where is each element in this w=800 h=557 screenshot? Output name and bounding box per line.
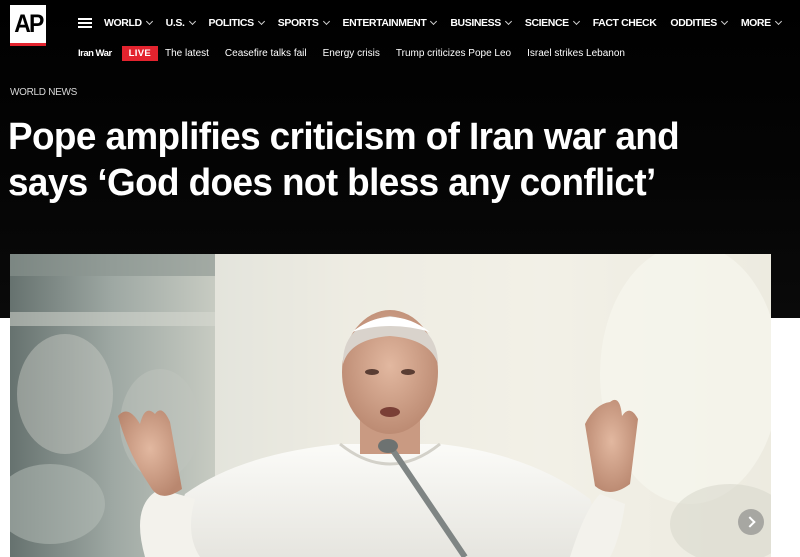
nav-oddities[interactable]: ODDITIES [670,17,728,29]
logo-accent-bar [10,43,46,46]
trending-label[interactable]: Iran War [78,48,112,59]
headline-line-2: says ‘God does not bless any conflict’ [8,162,656,204]
hamburger-icon[interactable] [78,18,92,28]
nav-fact-check[interactable]: FACT CHECK [593,17,657,29]
nav-more[interactable]: MORE [741,17,782,29]
chevron-down-icon [774,17,782,26]
article-headline: Pope amplifies criticism of Iran war and… [8,114,745,206]
logo-text: AP [13,9,44,38]
chevron-down-icon [430,17,438,26]
nav-science[interactable]: SCIENCE [525,17,580,29]
trending-bar: Iran War LIVE The latest Ceasefire talks… [78,45,641,62]
nav-politics[interactable]: POLITICS [209,17,265,29]
chevron-down-icon [504,17,512,26]
article-photo[interactable] [10,254,771,557]
chevron-down-icon [720,17,728,26]
chevron-down-icon [188,17,196,26]
trending-link-israel[interactable]: Israel strikes Lebanon [527,48,625,59]
nav-world[interactable]: WORLD [104,17,153,29]
pope-illustration [10,254,771,557]
trending-link-energy[interactable]: Energy crisis [323,48,380,59]
live-badge[interactable]: LIVE [121,46,158,61]
section-label[interactable]: WORLD NEWS [10,87,77,98]
trending-link-trump[interactable]: Trump criticizes Pope Leo [396,48,511,59]
ap-logo[interactable]: AP [10,5,46,43]
chevron-down-icon [257,17,265,26]
page-margin [771,318,800,557]
nav-sports[interactable]: SPORTS [278,17,330,29]
next-slide-button[interactable] [738,509,764,535]
trending-link-ceasefire[interactable]: Ceasefire talks fail [225,48,307,59]
chevron-down-icon [572,17,580,26]
headline-line-1: Pope amplifies criticism of Iran war and [8,116,680,158]
main-nav: WORLD U.S. POLITICS SPORTS ENTERTAINMENT… [78,15,795,31]
chevron-down-icon [322,17,330,26]
nav-us[interactable]: U.S. [166,17,196,29]
nav-business[interactable]: BUSINESS [450,17,512,29]
trending-link-latest[interactable]: The latest [165,48,209,59]
chevron-right-icon [743,516,756,528]
nav-entertainment[interactable]: ENTERTAINMENT [343,17,438,29]
chevron-down-icon [145,17,153,26]
